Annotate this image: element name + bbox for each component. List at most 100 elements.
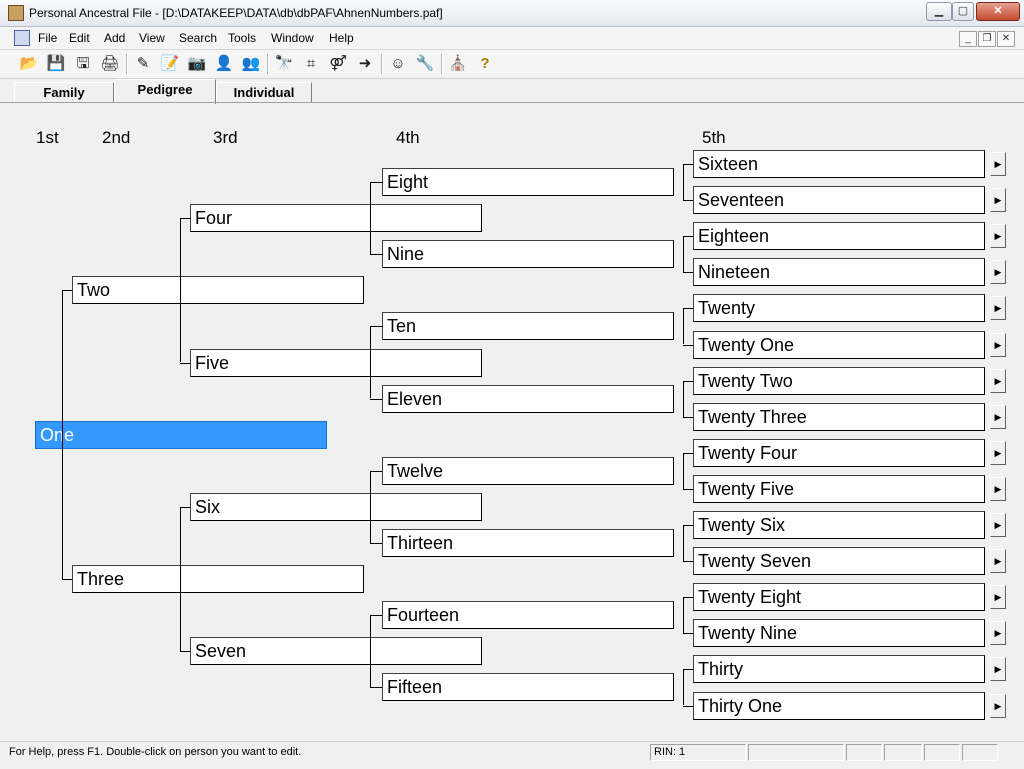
connector-line xyxy=(683,164,684,200)
person-box[interactable]: Fifteen xyxy=(382,673,674,701)
person-box[interactable]: Ten xyxy=(382,312,674,340)
connector-line xyxy=(683,453,693,454)
person-box[interactable]: Seven xyxy=(190,637,482,665)
more-ancestors-button[interactable]: ▶ xyxy=(990,441,1006,465)
open-folder-icon[interactable]: 📂 xyxy=(18,53,40,75)
binoculars-search-icon[interactable]: 🔭 xyxy=(273,53,295,75)
family-tree-icon[interactable]: ⚤ xyxy=(327,53,349,75)
notes-icon[interactable]: 📝 xyxy=(159,53,181,75)
connector-line xyxy=(370,399,382,400)
person-box[interactable]: Two xyxy=(72,276,364,304)
more-ancestors-button[interactable]: ▶ xyxy=(990,477,1006,501)
save-icon[interactable]: 💾 xyxy=(45,53,67,75)
connector-line xyxy=(683,669,693,670)
more-ancestors-button[interactable]: ▶ xyxy=(990,188,1006,212)
person-box[interactable]: One xyxy=(35,421,327,449)
more-ancestors-button[interactable]: ▶ xyxy=(990,333,1006,357)
person-box[interactable]: Twenty xyxy=(693,294,985,322)
connector-line xyxy=(683,597,693,598)
camera-icon[interactable]: 📷 xyxy=(186,53,208,75)
connector-line xyxy=(180,363,190,364)
menu-file[interactable]: File xyxy=(38,31,57,45)
minimize-button[interactable]: ▁ xyxy=(926,2,952,21)
person-box[interactable]: Three xyxy=(72,565,364,593)
connector-line xyxy=(683,706,693,707)
person-box[interactable]: Eleven xyxy=(382,385,674,413)
connector-line xyxy=(370,543,382,544)
tab-divider xyxy=(0,102,1024,103)
mdi-minimize-button[interactable]: _ xyxy=(959,31,977,47)
add-person-icon[interactable]: 👤 xyxy=(213,53,235,75)
menu-window[interactable]: Window xyxy=(271,31,314,45)
app-icon[interactable] xyxy=(8,5,24,21)
help-icon[interactable]: ? xyxy=(474,53,496,75)
person-box[interactable]: Twenty Seven xyxy=(693,547,985,575)
tab-pedigree[interactable]: Pedigree xyxy=(114,79,216,104)
connector-line xyxy=(370,471,382,472)
toolbar-separator xyxy=(441,54,443,74)
more-ancestors-button[interactable]: ▶ xyxy=(990,657,1006,681)
person-box[interactable]: Twenty Three xyxy=(693,403,985,431)
print-icon[interactable]: 🖨 xyxy=(99,53,121,75)
connector-line xyxy=(180,218,181,362)
maximize-button[interactable]: ▢ xyxy=(952,2,974,21)
more-ancestors-button[interactable]: ▶ xyxy=(990,513,1006,537)
navigate-icon[interactable]: ➜ xyxy=(354,53,376,75)
close-button[interactable]: ✕ xyxy=(976,2,1020,21)
person-box[interactable]: Twenty Eight xyxy=(693,583,985,611)
more-ancestors-button[interactable]: ▶ xyxy=(990,621,1006,645)
document-icon[interactable] xyxy=(14,30,30,46)
connector-line xyxy=(180,651,190,652)
toolbar-separator xyxy=(267,54,269,74)
menu-edit[interactable]: Edit xyxy=(69,31,90,45)
save-as-icon[interactable]: 🖫 xyxy=(72,53,94,75)
person-box[interactable]: Thirty xyxy=(693,655,985,683)
more-ancestors-button[interactable]: ▶ xyxy=(990,260,1006,284)
person-box[interactable]: Four xyxy=(190,204,482,232)
person-box[interactable]: Thirteen xyxy=(382,529,674,557)
menu-add[interactable]: Add xyxy=(104,31,125,45)
person-box[interactable]: Thirty One xyxy=(693,692,985,720)
person-box[interactable]: Twenty Six xyxy=(693,511,985,539)
person-box[interactable]: Seventeen xyxy=(693,186,985,214)
tab-family[interactable]: Family xyxy=(14,82,114,103)
person-box[interactable]: Eighteen xyxy=(693,222,985,250)
menu-tools[interactable]: Tools xyxy=(228,31,256,45)
more-ancestors-button[interactable]: ▶ xyxy=(990,369,1006,393)
more-ancestors-button[interactable]: ▶ xyxy=(990,694,1006,718)
connector-line xyxy=(370,471,371,543)
more-ancestors-button[interactable]: ▶ xyxy=(990,296,1006,320)
person-box[interactable]: Six xyxy=(190,493,482,521)
relationship-icon[interactable]: ⌗ xyxy=(300,53,322,75)
edit-person-icon[interactable]: ✎ xyxy=(132,53,154,75)
more-ancestors-button[interactable]: ▶ xyxy=(990,405,1006,429)
person-box[interactable]: Sixteen xyxy=(693,150,985,178)
mdi-close-button[interactable]: ✕ xyxy=(997,31,1015,47)
person-box[interactable]: Twenty Five xyxy=(693,475,985,503)
more-ancestors-button[interactable]: ▶ xyxy=(990,224,1006,248)
person-box[interactable]: Twenty Two xyxy=(693,367,985,395)
add-family-icon[interactable]: 👥 xyxy=(240,53,262,75)
menu-view[interactable]: View xyxy=(139,31,165,45)
person-box[interactable]: Eight xyxy=(382,168,674,196)
menu-search[interactable]: Search xyxy=(179,31,217,45)
more-ancestors-button[interactable]: ▶ xyxy=(990,585,1006,609)
tools-icon[interactable]: 🔧 xyxy=(414,53,436,75)
person-box[interactable]: Twenty One xyxy=(693,331,985,359)
more-ancestors-button[interactable]: ▶ xyxy=(990,549,1006,573)
person-box[interactable]: Twenty Nine xyxy=(693,619,985,647)
person-box[interactable]: Twenty Four xyxy=(693,439,985,467)
person-icon[interactable]: ☺ xyxy=(387,53,409,75)
connector-line xyxy=(683,381,693,382)
mdi-restore-button[interactable]: ❐ xyxy=(978,31,996,47)
person-box[interactable]: Nineteen xyxy=(693,258,985,286)
person-box[interactable]: Nine xyxy=(382,240,674,268)
menu-help[interactable]: Help xyxy=(329,31,354,45)
more-ancestors-button[interactable]: ▶ xyxy=(990,152,1006,176)
person-box[interactable]: Twelve xyxy=(382,457,674,485)
tab-individual[interactable]: Individual xyxy=(216,82,312,103)
person-box[interactable]: Fourteen xyxy=(382,601,674,629)
temple-icon[interactable]: ⛪ xyxy=(447,53,469,75)
person-box[interactable]: Five xyxy=(190,349,482,377)
connector-line xyxy=(180,218,190,219)
